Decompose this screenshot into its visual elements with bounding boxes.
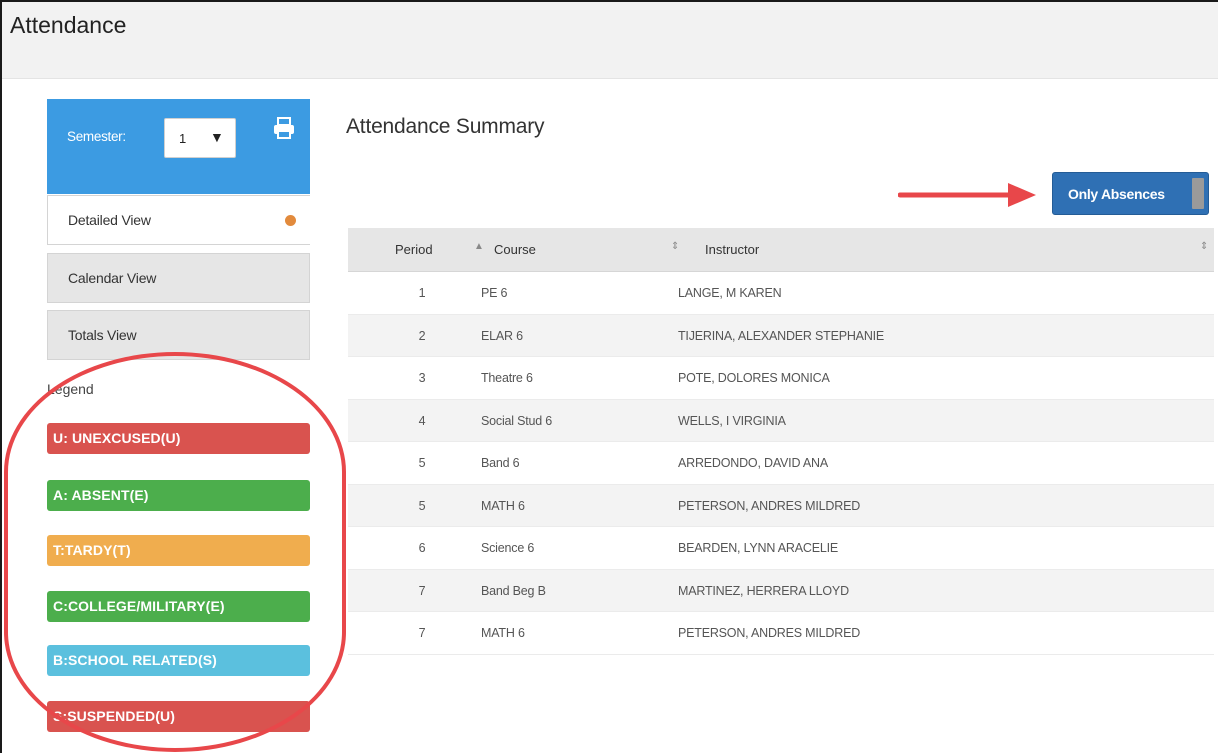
sort-icon[interactable]: ⇕ <box>1200 241 1208 252</box>
table-row: 2 ELAR 6 TIJERINA, ALEXANDER STEPHANIE <box>348 314 1214 357</box>
semester-label: Semester: <box>67 129 126 144</box>
cell-instructor: POTE, DOLORES MONICA <box>678 371 830 385</box>
cell-period: 6 <box>418 541 426 555</box>
section-title: Attendance Summary <box>346 115 545 138</box>
toggle-handle <box>1192 178 1204 209</box>
table-row: 1 PE 6 LANGE, M KAREN <box>348 272 1214 315</box>
cell-instructor: PETERSON, ANDRES MILDRED <box>678 626 861 640</box>
cell-course: ELAR 6 <box>481 328 523 343</box>
app-header: Attendance <box>2 2 1218 79</box>
table-row: 7 MATH 6 PETERSON, ANDRES MILDRED <box>348 612 1214 655</box>
cell-course: PE 6 <box>481 286 508 300</box>
column-header-period[interactable]: Period <box>395 242 433 257</box>
column-header-instructor[interactable]: Instructor <box>705 242 759 257</box>
active-indicator-dot <box>285 215 296 226</box>
cell-course: Theatre 6 <box>481 371 533 385</box>
page-title: Attendance <box>10 12 127 38</box>
attendance-table: Period ▲ Course ⇕ Instructor ⇕ 1 PE 6 LANG… <box>348 228 1214 655</box>
only-absences-button[interactable]: Only Absences <box>1052 172 1209 215</box>
tab-detailed-view[interactable]: Detailed View <box>47 195 310 245</box>
cell-instructor: PETERSON, ANDRES MILDRED <box>678 498 861 513</box>
cell-period: 2 <box>418 328 426 343</box>
cell-instructor: BEARDEN, LYNN ARACELIE <box>678 541 839 555</box>
cell-instructor: LANGE, M KAREN <box>678 286 782 300</box>
semester-panel: Semester: 1 ▼ <box>47 99 310 194</box>
cell-course: Band 6 <box>481 456 520 470</box>
arrow-annotation-icon <box>898 183 1036 207</box>
sort-ascending-icon[interactable]: ▲ <box>474 241 484 252</box>
cell-instructor: WELLS, I VIRGINIA <box>678 413 786 428</box>
table-row: 5 MATH 6 PETERSON, ANDRES MILDRED <box>348 484 1214 527</box>
cell-instructor: MARTINEZ, HERRERA LLOYD <box>678 583 849 598</box>
table-row: 7 Band Beg B MARTINEZ, HERRERA LLOYD <box>348 569 1214 612</box>
caret-down-icon: ▼ <box>210 129 224 145</box>
cell-course: Social Stud 6 <box>481 413 553 428</box>
table-row: 3 Theatre 6 POTE, DOLORES MONICA <box>348 357 1214 400</box>
table-header: Period ▲ Course ⇕ Instructor ⇕ <box>348 228 1214 272</box>
cell-period: 7 <box>418 626 426 640</box>
cell-instructor: TIJERINA, ALEXANDER STEPHANIE <box>678 328 885 343</box>
table-row: 5 Band 6 ARREDONDO, DAVID ANA <box>348 442 1214 485</box>
legend-highlight-annotation <box>4 352 346 752</box>
cell-period: 4 <box>418 413 426 428</box>
cell-course: MATH 6 <box>481 498 525 513</box>
cell-period: 3 <box>418 371 426 385</box>
print-icon[interactable] <box>273 117 295 139</box>
semester-value: 1 <box>179 131 187 146</box>
semester-select[interactable]: 1 ▼ <box>164 118 236 158</box>
table-body: 1 PE 6 LANGE, M KAREN 2 ELAR 6 TIJERINA, ALEX… <box>348 272 1214 655</box>
only-absences-label: Only Absences <box>1068 186 1165 202</box>
cell-period: 7 <box>418 583 426 598</box>
cell-course: MATH 6 <box>481 626 525 640</box>
tab-label: Calendar View <box>68 270 157 286</box>
sort-icon[interactable]: ⇕ <box>671 241 679 252</box>
cell-period: 5 <box>418 498 426 513</box>
cell-instructor: ARREDONDO, DAVID ANA <box>678 456 828 470</box>
tab-calendar-view[interactable]: Calendar View <box>47 253 310 303</box>
table-row: 4 Social Stud 6 WELLS, I VIRGINIA <box>348 399 1214 442</box>
cell-course: Band Beg B <box>481 583 546 598</box>
cell-course: Science 6 <box>481 541 535 555</box>
cell-period: 5 <box>418 456 426 470</box>
tab-label: Detailed View <box>68 212 151 228</box>
table-row: 6 Science 6 BEARDEN, LYNN ARACELIE <box>348 527 1214 570</box>
tab-label: Totals View <box>68 327 137 343</box>
column-header-course[interactable]: Course <box>494 242 536 257</box>
cell-period: 1 <box>418 286 426 300</box>
